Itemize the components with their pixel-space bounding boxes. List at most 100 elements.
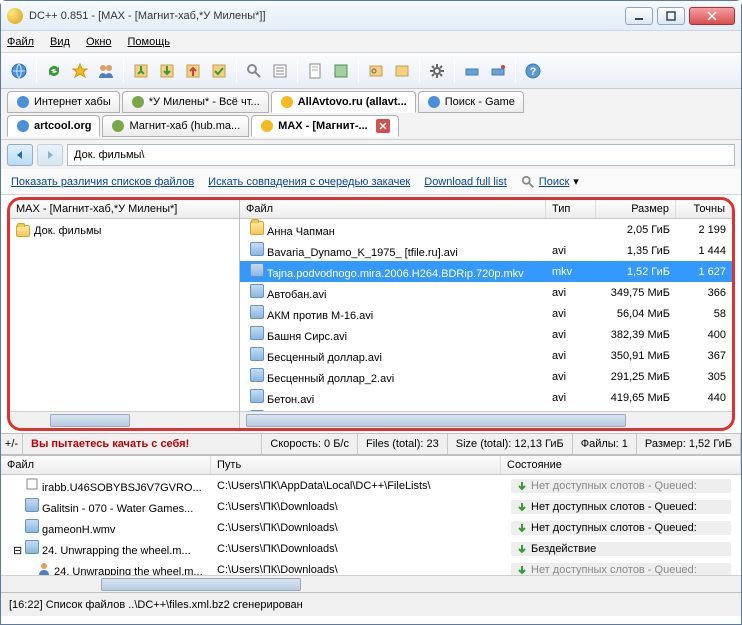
minimize-button[interactable] bbox=[625, 7, 653, 25]
file-row[interactable]: Bavaria_Dynamo_K_1975_ [tfile.ru].aviavi… bbox=[240, 240, 732, 261]
download-row[interactable]: ⊟ 24. Unwrapping the wheel.m...C:\Users\… bbox=[1, 538, 741, 559]
adlist-icon[interactable] bbox=[268, 59, 292, 83]
file-row[interactable]: АКМ против М-16.aviavi56,04 МиБ58 bbox=[240, 303, 732, 324]
uploads-icon[interactable] bbox=[181, 59, 205, 83]
video-icon bbox=[250, 347, 264, 361]
status-text: [16:22] Список файлов ..\DC++\files.xml.… bbox=[9, 599, 303, 611]
close-button[interactable] bbox=[689, 7, 735, 25]
video-icon bbox=[250, 389, 264, 403]
path-bar bbox=[1, 139, 741, 169]
link-bar: Показать различия списков файлов Искать … bbox=[1, 169, 741, 195]
maximize-button[interactable] bbox=[657, 7, 685, 25]
file-row[interactable]: Бесценный доллар.aviavi350,91 МиБ367 bbox=[240, 345, 732, 366]
warning-text: Вы пытаетесь качать с себя! bbox=[23, 434, 262, 454]
finished-icon[interactable] bbox=[207, 59, 231, 83]
dl-col-path[interactable]: Путь bbox=[211, 456, 501, 474]
expand-button[interactable]: +/- bbox=[1, 434, 23, 454]
hub1-icon[interactable] bbox=[460, 59, 484, 83]
download-row[interactable]: gameonH.wmvC:\Users\ПК\Downloads\Нет дос… bbox=[1, 517, 741, 538]
settings-icon[interactable] bbox=[425, 59, 449, 83]
menu-bar: Файл Вид Окно Помощь bbox=[1, 31, 741, 53]
dl-col-state[interactable]: Состояние bbox=[501, 456, 741, 474]
link-fulllist[interactable]: Download full list bbox=[424, 176, 507, 188]
video-icon bbox=[250, 368, 264, 382]
link-search[interactable]: Поиск ▾ bbox=[521, 175, 579, 189]
tab[interactable]: artcool.org bbox=[7, 115, 100, 137]
col-file[interactable]: Файл bbox=[240, 200, 546, 218]
tabs-row-2: artcool.orgМагнит-хаб (hub.ma...MAX - [М… bbox=[1, 113, 741, 139]
link-match[interactable]: Искать совпадения с очередью закачек bbox=[208, 176, 410, 188]
tab[interactable]: MAX - [Магнит-... bbox=[251, 115, 399, 137]
recent-icon[interactable] bbox=[390, 59, 414, 83]
dl-scrollbar[interactable] bbox=[1, 575, 741, 592]
tab[interactable]: *У Милены* - Всё чт... bbox=[122, 91, 269, 113]
video-icon bbox=[250, 263, 264, 277]
tab[interactable]: Поиск - Game bbox=[418, 91, 524, 113]
main-split: MAX - [Магнит-хаб,*У Милены*] Док. фильм… bbox=[7, 197, 735, 431]
file-row[interactable]: Бетон.aviavi419,65 МиБ440 bbox=[240, 387, 732, 408]
col-exact[interactable]: Точны bbox=[676, 200, 732, 218]
notepad-icon[interactable] bbox=[303, 59, 327, 83]
dl-col-file[interactable]: Файл bbox=[1, 456, 211, 474]
video-icon bbox=[250, 326, 264, 340]
menu-help[interactable]: Помощь bbox=[128, 36, 171, 48]
col-type[interactable]: Тип bbox=[546, 200, 596, 218]
download-row[interactable]: Galitsin - 070 - Water Games...C:\Users\… bbox=[1, 496, 741, 517]
menu-view[interactable]: Вид bbox=[50, 36, 70, 48]
download-row[interactable]: 24. Unwrapping the wheel.m...C:\Users\ПК… bbox=[1, 559, 741, 575]
log-icon[interactable] bbox=[329, 59, 353, 83]
downloads-pane: Файл Путь Состояние irabb.U46SOBYBSJ6V7G… bbox=[1, 455, 741, 592]
video-icon bbox=[250, 284, 264, 298]
search-icon[interactable] bbox=[242, 59, 266, 83]
title-bar: DC++ 0.851 - [MAX - [Магнит-хаб,*У Милен… bbox=[1, 1, 741, 31]
window-title: DC++ 0.851 - [MAX - [Магнит-хаб,*У Милен… bbox=[29, 10, 621, 22]
file-row[interactable]: Бесценный доллар_2.aviavi291,25 МиБ305 bbox=[240, 366, 732, 387]
tab[interactable]: AllAvtovo.ru (allavt... bbox=[271, 91, 416, 113]
users-icon[interactable] bbox=[94, 59, 118, 83]
globe-icon[interactable] bbox=[7, 59, 31, 83]
bottom-status-bar: [16:22] Список файлов ..\DC++\files.xml.… bbox=[1, 592, 741, 616]
link-diff[interactable]: Показать различия списков файлов bbox=[11, 176, 194, 188]
col-size[interactable]: Размер bbox=[596, 200, 676, 218]
tab[interactable]: Магнит-хаб (hub.ma... bbox=[102, 115, 249, 137]
menu-window[interactable]: Окно bbox=[86, 36, 112, 48]
file-row[interactable]: Башня Сирс.aviavi382,39 МиБ400 bbox=[240, 324, 732, 345]
favorites-icon[interactable] bbox=[68, 59, 92, 83]
file-row[interactable]: Анна Чапман2,05 ГиБ2 199 bbox=[240, 219, 732, 240]
forward-button[interactable] bbox=[37, 144, 63, 166]
path-input[interactable] bbox=[67, 144, 735, 166]
file-scrollbar[interactable] bbox=[240, 411, 732, 428]
svg-text:?: ? bbox=[530, 66, 537, 78]
tree-header: MAX - [Магнит-хаб,*У Милены*] bbox=[10, 200, 239, 219]
tabs-row-1: Интернет хабы*У Милены* - Всё чт...AllAv… bbox=[1, 89, 741, 113]
file-row[interactable]: Автобан.aviavi349,75 МиБ366 bbox=[240, 282, 732, 303]
file-list-header[interactable]: Файл Тип Размер Точны bbox=[240, 200, 732, 219]
help-icon[interactable]: ? bbox=[521, 59, 545, 83]
status-size-total: Size (total): 12,13 ГиБ bbox=[448, 434, 573, 454]
tab[interactable]: Интернет хабы bbox=[7, 91, 120, 113]
tree-folder[interactable]: Док. фильмы bbox=[16, 223, 233, 239]
close-icon[interactable] bbox=[376, 119, 390, 133]
hub2-icon[interactable] bbox=[486, 59, 510, 83]
file-list: Файл Тип Размер Точны Анна Чапман2,05 Ги… bbox=[240, 200, 732, 428]
refresh-icon[interactable] bbox=[42, 59, 66, 83]
status-files-total: Files (total): 23 bbox=[358, 434, 448, 454]
folder-tree: MAX - [Магнит-хаб,*У Милены*] Док. фильм… bbox=[10, 200, 240, 428]
queue-icon[interactable] bbox=[129, 59, 153, 83]
mid-status-bar: +/- Вы пытаетесь качать с себя! Скорость… bbox=[1, 433, 741, 455]
download-row[interactable]: irabb.U46SOBYBSJ6V7GVRO...C:\Users\ПК\Ap… bbox=[1, 475, 741, 496]
menu-file[interactable]: Файл bbox=[7, 36, 34, 48]
filelist-icon[interactable] bbox=[364, 59, 388, 83]
status-speed: Скорость: 0 Б/с bbox=[262, 434, 358, 454]
status-size: Размер: 1,52 ГиБ bbox=[637, 434, 741, 454]
video-icon bbox=[250, 305, 264, 319]
downloads-icon[interactable] bbox=[155, 59, 179, 83]
tree-scrollbar[interactable] bbox=[10, 411, 239, 428]
dl-header[interactable]: Файл Путь Состояние bbox=[1, 456, 741, 475]
back-button[interactable] bbox=[7, 144, 33, 166]
folder-icon bbox=[16, 225, 30, 237]
file-row[interactable]: Tajna.podvodnogo.mira.2006.H264.BDRip.72… bbox=[240, 261, 732, 282]
app-icon bbox=[7, 8, 23, 24]
status-files: Файлы: 1 bbox=[573, 434, 637, 454]
video-icon bbox=[250, 242, 264, 256]
